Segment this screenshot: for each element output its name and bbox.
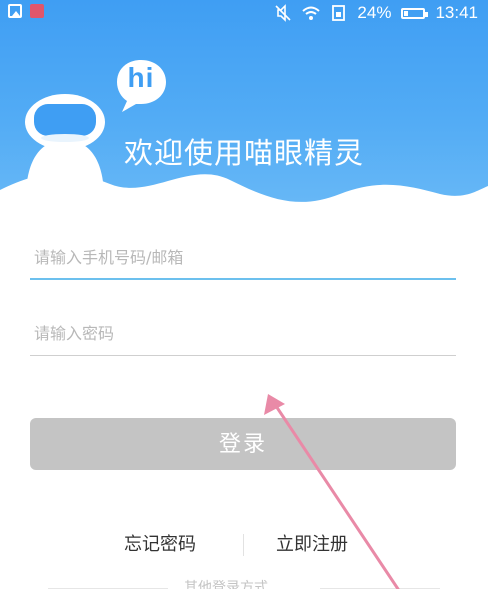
other-login-section: 其他登录方式 xyxy=(0,578,488,589)
hi-speech-bubble: hi xyxy=(114,58,172,116)
mascot-robot-icon xyxy=(25,94,105,198)
battery-icon xyxy=(401,7,429,19)
register-link[interactable]: 立即注册 xyxy=(276,530,348,560)
status-bar: 24% 13:41 xyxy=(0,0,488,26)
phone-field-underline xyxy=(30,278,456,280)
clock: 13:41 xyxy=(435,3,478,22)
links-divider xyxy=(243,534,244,556)
welcome-title: 欢迎使用喵眼精灵 xyxy=(124,136,365,170)
phone-email-input[interactable] xyxy=(30,236,456,278)
mute-icon xyxy=(275,4,291,22)
password-input[interactable] xyxy=(30,312,456,354)
phone-email-field xyxy=(30,236,456,280)
password-field xyxy=(30,312,456,356)
sim-icon xyxy=(332,5,346,21)
forgot-password-link[interactable]: 忘记密码 xyxy=(124,530,196,560)
wifi-icon xyxy=(302,6,321,20)
other-login-label: 其他登录方式 xyxy=(184,580,268,589)
password-field-underline xyxy=(30,355,456,356)
login-button[interactable]: 登录 xyxy=(30,418,456,470)
login-screen: 24% 13:41 hi 欢迎使用喵眼精灵 登录 忘记密码 立即注册 xyxy=(0,0,488,589)
app-icon xyxy=(30,4,44,18)
gallery-icon xyxy=(8,4,22,18)
battery-level xyxy=(404,10,409,16)
bubble-greeting: hi xyxy=(127,62,155,93)
status-left xyxy=(8,4,44,18)
account-links: 忘记密码 立即注册 xyxy=(0,530,488,560)
battery-percent: 24% xyxy=(357,3,392,22)
status-right: 24% 13:41 xyxy=(275,2,478,24)
